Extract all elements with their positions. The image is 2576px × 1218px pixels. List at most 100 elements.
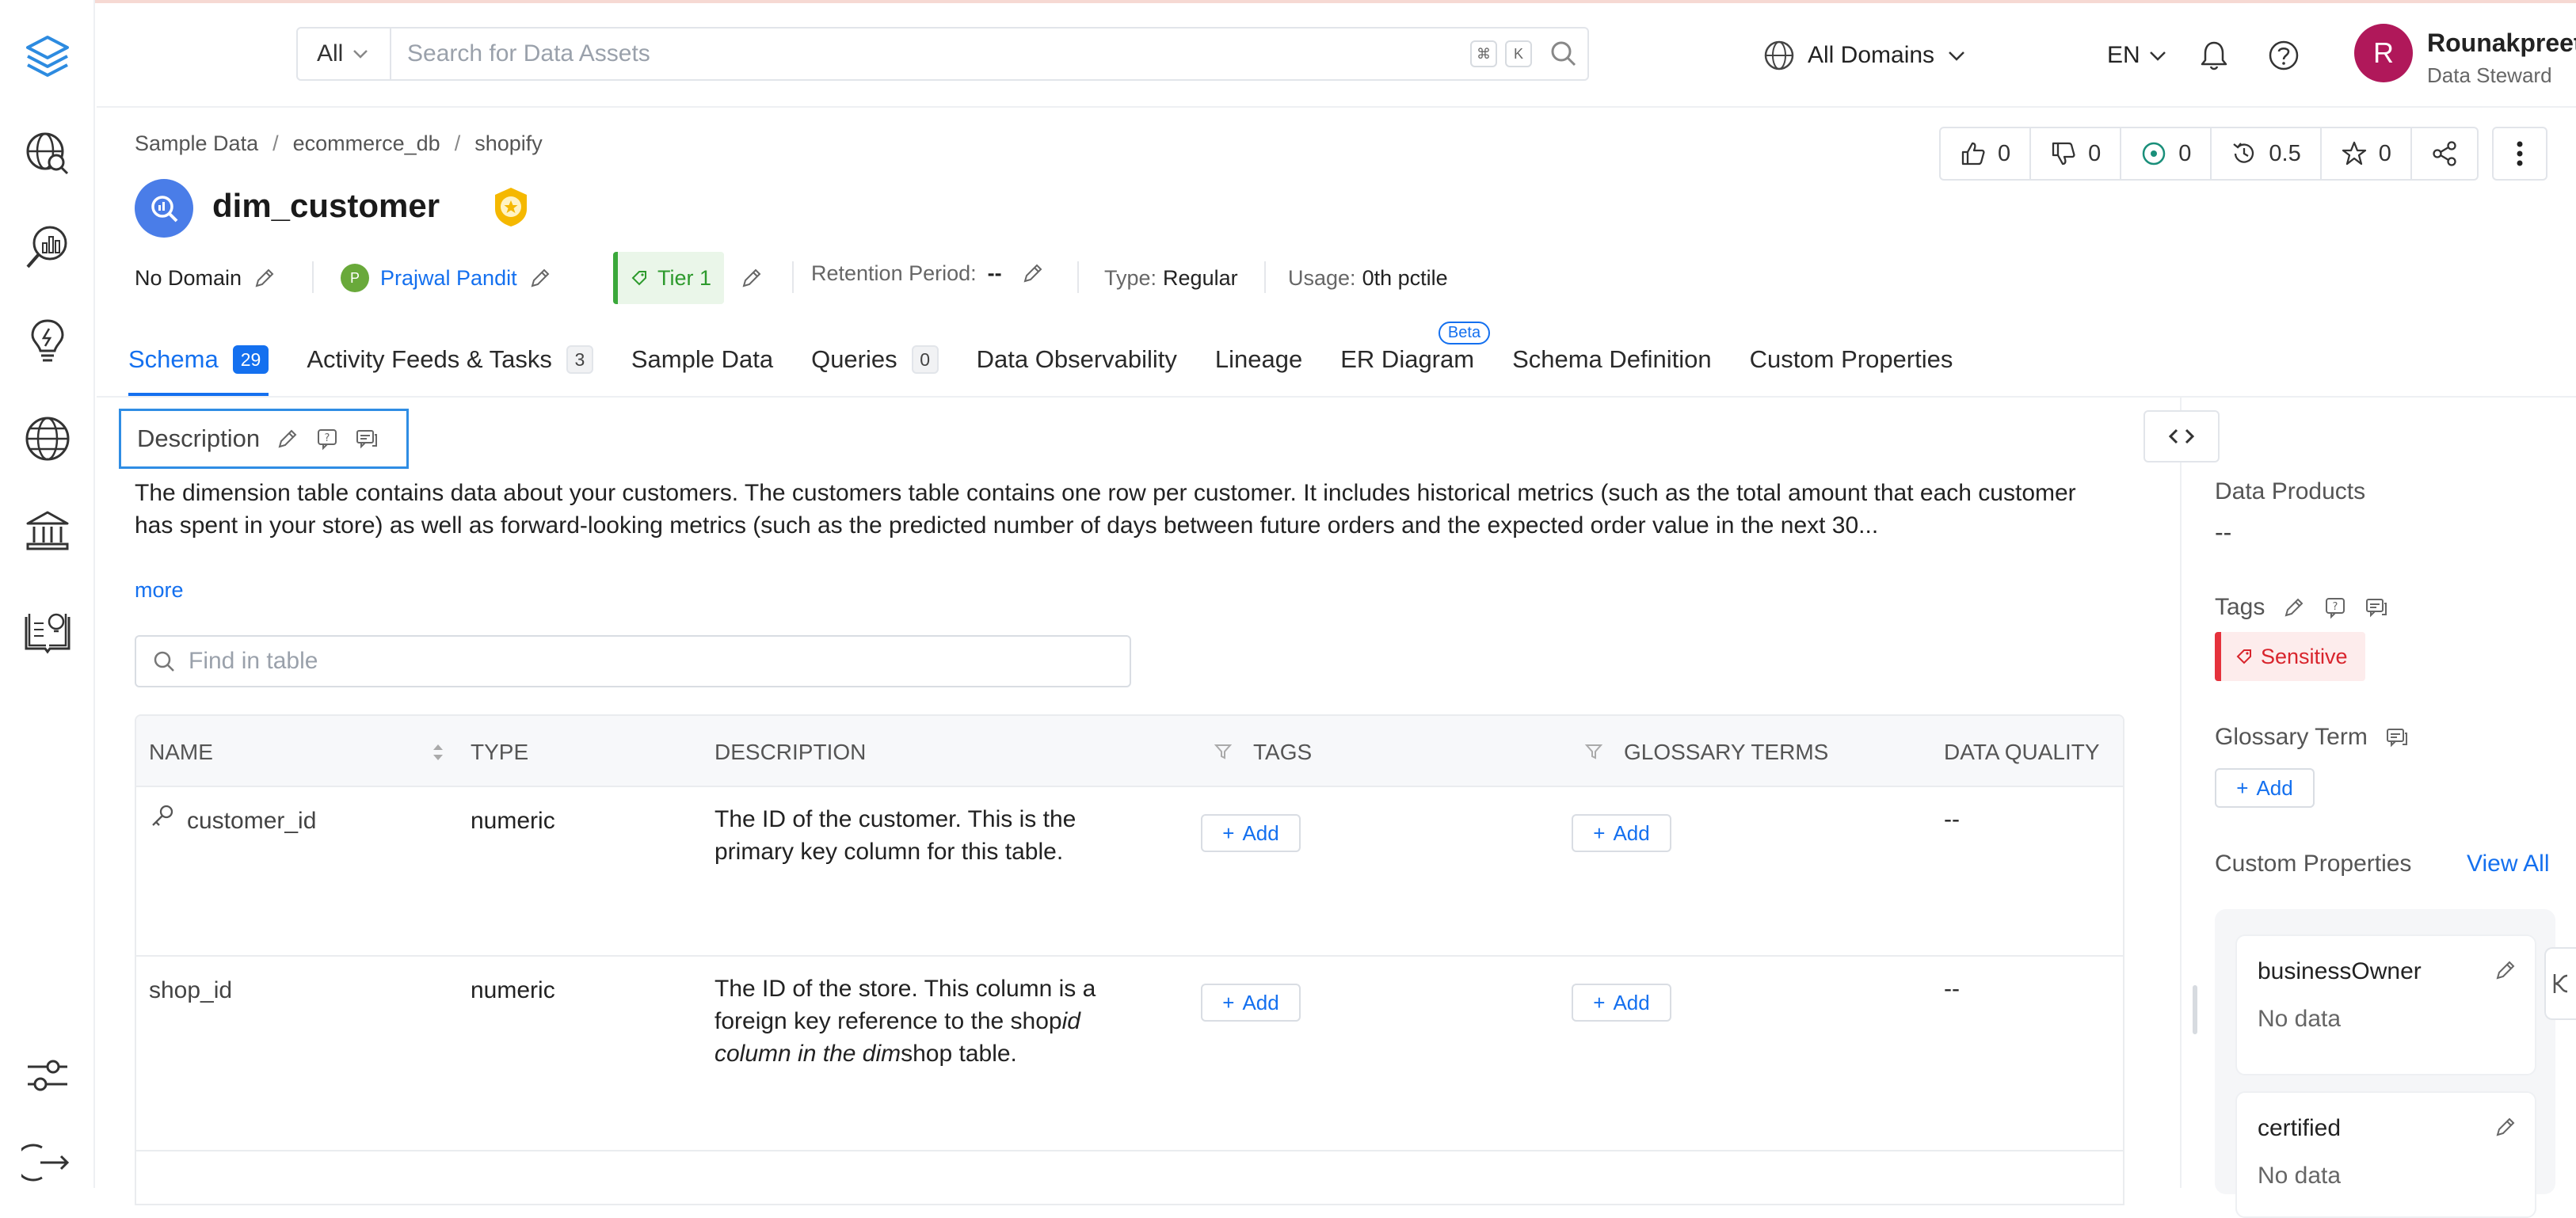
description-text: The dimension table contains data about …: [135, 480, 2076, 539]
history-icon: [2233, 143, 2254, 163]
search-input[interactable]: [391, 29, 1470, 79]
tag-icon: [2236, 649, 2251, 664]
share-button[interactable]: [2412, 128, 2477, 179]
filter-icon[interactable]: [1584, 742, 1603, 761]
tab-label: Queries: [811, 345, 897, 373]
nav-explore[interactable]: [16, 122, 79, 185]
add-glossary-term-button[interactable]: + Add: [1572, 984, 1671, 1022]
tier-label: Tier 1: [657, 265, 712, 290]
meta-divider: [1264, 261, 1266, 293]
more-actions-button[interactable]: [2492, 127, 2547, 181]
follow-button[interactable]: 0: [2322, 128, 2412, 179]
type-value: Regular: [1163, 265, 1238, 290]
tab-schema[interactable]: Schema 29: [128, 336, 269, 396]
find-in-table: [135, 635, 1131, 687]
breadcrumb-item[interactable]: ecommerce_db: [293, 131, 440, 156]
search-button[interactable]: [1540, 40, 1587, 68]
owner-field: P Prajwal Pandit: [341, 258, 552, 298]
plus-icon: +: [1222, 990, 1235, 1014]
request-tags-icon[interactable]: ?: [2323, 596, 2347, 619]
help-button[interactable]: [2267, 24, 2300, 87]
search-scope-value: All: [317, 40, 344, 67]
edit-icon[interactable]: [2494, 1115, 2517, 1139]
language-value: EN: [2107, 42, 2140, 68]
tab-activity-feeds[interactable]: Activity Feeds & Tasks 3: [307, 336, 593, 396]
app-logo[interactable]: [16, 25, 79, 89]
edit-icon[interactable]: [1021, 261, 1045, 285]
edit-icon[interactable]: [2282, 596, 2306, 619]
nav-domains[interactable]: [16, 407, 79, 470]
owner-name-link[interactable]: Prajwal Pandit: [380, 266, 517, 291]
breadcrumb-item[interactable]: Sample Data: [135, 131, 258, 156]
tab-custom-properties[interactable]: Custom Properties: [1750, 336, 1953, 396]
sort-icon[interactable]: [431, 741, 445, 763]
domain-selector[interactable]: All Domains: [1763, 24, 1966, 87]
tab-data-observability[interactable]: Data Observability: [977, 336, 1177, 396]
upvote-button[interactable]: 0: [1941, 128, 2032, 179]
nav-governance[interactable]: [16, 499, 79, 562]
column-header-name[interactable]: NAME: [149, 740, 213, 765]
star-count: 0: [2378, 140, 2391, 166]
column-description: The ID of the store. This column is a fo…: [714, 972, 1158, 1070]
nav-settings[interactable]: [16, 1044, 79, 1107]
edit-icon[interactable]: [2494, 958, 2517, 982]
tab-queries[interactable]: Queries 0: [811, 336, 939, 396]
breadcrumb-item[interactable]: shopify: [474, 131, 543, 156]
lineage-side-tab[interactable]: [2544, 947, 2576, 1020]
nav-knowledge[interactable]: [16, 599, 79, 662]
language-selector[interactable]: EN: [2107, 24, 2167, 87]
custom-property-card: certified No data: [2235, 1091, 2536, 1218]
custom-property-card: businessOwner No data: [2235, 934, 2536, 1075]
view-all-link[interactable]: View All: [2467, 851, 2550, 877]
add-glossary-label: Add: [2256, 775, 2293, 800]
tab-label: ER Diagram: [1340, 345, 1475, 373]
find-in-table-input[interactable]: [189, 648, 1060, 675]
nav-observability[interactable]: [16, 309, 79, 372]
column-name[interactable]: customer_id: [187, 808, 316, 835]
tab-lineage[interactable]: Lineage: [1215, 336, 1302, 396]
downvote-button[interactable]: 0: [2031, 128, 2122, 179]
add-tag-button[interactable]: + Add: [1201, 984, 1301, 1022]
collapse-panel-button[interactable]: [2143, 410, 2220, 462]
column-header-label: NAME: [149, 740, 213, 764]
tab-label: Schema: [128, 345, 219, 373]
request-description-icon[interactable]: ?: [315, 427, 339, 451]
user-name[interactable]: Rounakpreet.d: [2427, 29, 2576, 58]
nav-insights[interactable]: [16, 215, 79, 279]
user-avatar[interactable]: R: [2354, 24, 2413, 82]
glossary-label: Glossary Term: [2215, 724, 2368, 750]
tier-tag[interactable]: Tier 1: [613, 252, 725, 304]
tier-edit[interactable]: [740, 258, 764, 298]
edit-icon[interactable]: [528, 266, 552, 290]
global-search: All ⌘ K: [296, 27, 1589, 81]
lightbulb-icon: [31, 319, 64, 362]
nav-logout[interactable]: [16, 1131, 79, 1194]
conversation-icon[interactable]: [2385, 725, 2409, 749]
edit-icon[interactable]: [276, 427, 299, 451]
tasks-button[interactable]: 0: [2121, 128, 2212, 179]
description-more-link[interactable]: more: [135, 578, 184, 603]
notifications-button[interactable]: [2197, 24, 2231, 87]
lineage-icon: [2553, 974, 2568, 993]
shortcut-k-key: K: [1505, 40, 1532, 67]
column-header-label: GLOSSARY TERMS: [1624, 740, 1829, 764]
add-tag-button[interactable]: + Add: [1201, 814, 1301, 852]
certification-badge-icon: [495, 188, 527, 226]
version-history-button[interactable]: 0.5: [2212, 128, 2322, 179]
search-scope-select[interactable]: All: [298, 29, 391, 79]
add-glossary-term-button[interactable]: + Add: [2215, 768, 2315, 808]
logout-icon: [21, 1144, 70, 1182]
add-glossary-term-button[interactable]: + Add: [1572, 814, 1671, 852]
filter-icon[interactable]: [1214, 742, 1233, 761]
data-products-label: Data Products: [2215, 478, 2366, 504]
tab-schema-definition[interactable]: Schema Definition: [1512, 336, 1712, 396]
panel-resize-handle[interactable]: [2193, 985, 2197, 1034]
conversation-icon[interactable]: [2365, 596, 2388, 619]
tab-er-diagram[interactable]: ER Diagram Beta: [1340, 322, 1491, 396]
column-name[interactable]: shop_id: [149, 977, 232, 1004]
chart-search-icon: [26, 226, 67, 268]
edit-icon[interactable]: [253, 266, 276, 290]
sensitive-tag[interactable]: Sensitive: [2215, 632, 2365, 681]
conversation-icon[interactable]: [355, 427, 379, 451]
tab-sample-data[interactable]: Sample Data: [631, 336, 773, 396]
